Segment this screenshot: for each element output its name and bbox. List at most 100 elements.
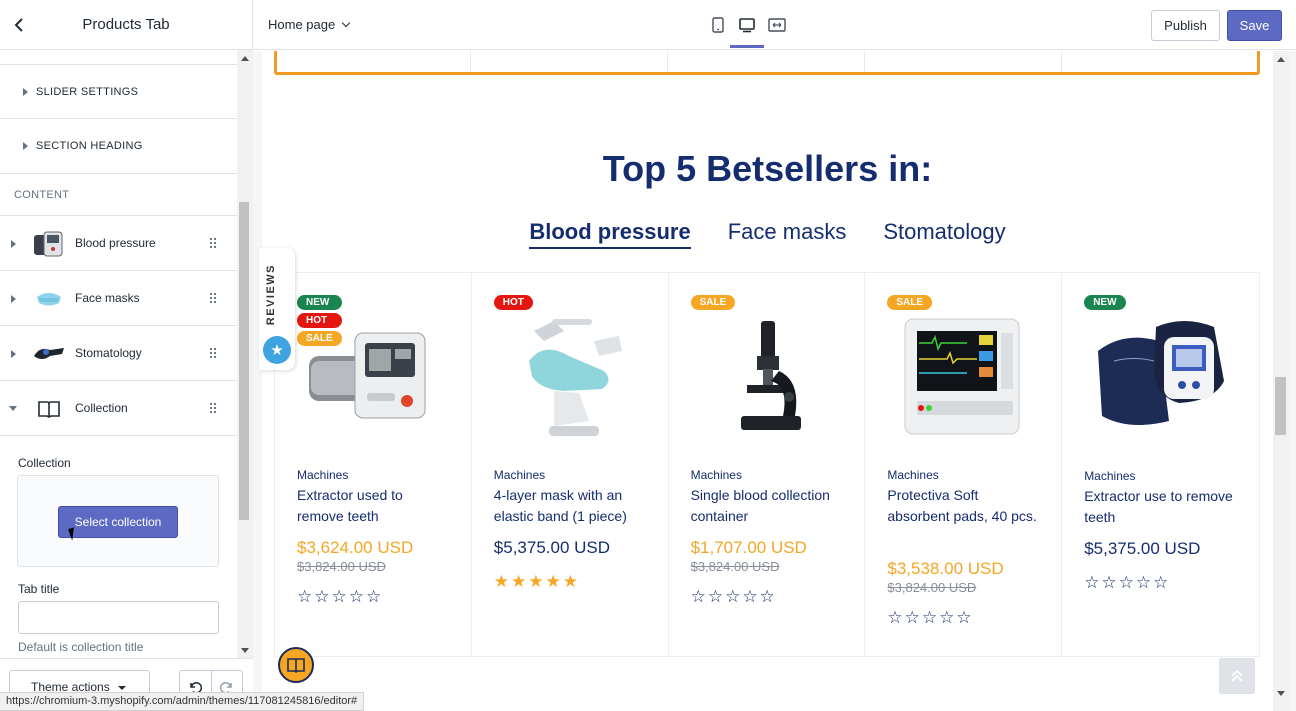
product-price: $5,375.00 USD: [1084, 539, 1201, 558]
product-card[interactable]: HOT Machines 4-layer mask with an elasti…: [472, 273, 669, 656]
save-button[interactable]: Save: [1227, 10, 1282, 41]
product-category[interactable]: Machines: [1084, 469, 1135, 483]
mobile-view-icon[interactable]: [708, 15, 728, 35]
product-category[interactable]: Machines: [297, 468, 348, 482]
block-label: Blood pressure: [75, 236, 156, 250]
scroll-up-icon[interactable]: [1277, 57, 1285, 62]
section-label: SLIDER SETTINGS: [36, 85, 139, 98]
product-name[interactable]: 4-layer mask with an elastic band (1 pie…: [494, 485, 644, 527]
section-slider-settings[interactable]: SLIDER SETTINGS: [0, 64, 237, 119]
rating-stars: ☆☆☆☆☆: [297, 587, 384, 606]
product-card[interactable]: SALE Machines Single blood collection co…: [669, 273, 866, 656]
store-preview: Top 5 Betsellers in: Blood pressure Face…: [253, 51, 1296, 711]
product-image[interactable]: [887, 301, 1037, 451]
product-card[interactable]: NEW HOT SALE Machines Extractor used to …: [275, 273, 472, 656]
caret-down-icon: [9, 406, 17, 411]
chevron-down-icon: [117, 685, 126, 690]
product-category[interactable]: Machines: [887, 468, 938, 482]
preview-frame: Top 5 Betsellers in: Blood pressure Face…: [262, 51, 1273, 711]
section-label: SECTION HEADING: [36, 140, 143, 152]
tab-face-masks[interactable]: Face masks: [728, 219, 847, 249]
divider: [470, 51, 471, 72]
divider: [1061, 51, 1062, 72]
section-section-heading[interactable]: SECTION HEADING: [0, 119, 237, 174]
tab-title-input[interactable]: [18, 601, 219, 634]
product-name[interactable]: Single blood collection container: [691, 485, 841, 527]
sidebar-scrollbar[interactable]: [237, 50, 253, 658]
preview-scrollbar[interactable]: [1273, 51, 1289, 711]
badge-group: HOT: [493, 295, 533, 310]
blood-pressure-monitor-icon: [31, 228, 67, 260]
badge-group: NEW: [1084, 295, 1126, 310]
product-image[interactable]: [1084, 301, 1234, 451]
block-stomatology[interactable]: Stomatology: [0, 326, 237, 381]
caret-right-icon: [11, 295, 16, 303]
product-price: $5,375.00 USD: [493, 538, 611, 557]
drag-handle-icon[interactable]: [209, 402, 217, 414]
scroll-down-icon[interactable]: [1277, 691, 1285, 696]
reviews-label: REVIEWS: [265, 264, 277, 326]
status-url: https://chromium-3.myshopify.com/admin/t…: [0, 692, 365, 711]
double-chevron-up-icon: [1231, 669, 1243, 682]
editor-sidebar: Products Tab SLIDER SETTINGS SECTION HEA…: [0, 0, 253, 711]
product-tabs: Blood pressure Face masks Stomatology: [262, 219, 1273, 249]
collection-label: Collection: [18, 456, 71, 470]
sale-badge: SALE: [887, 295, 933, 310]
face-mask-icon: [31, 283, 67, 315]
hot-badge: HOT: [493, 295, 533, 310]
drag-handle-icon[interactable]: [209, 292, 217, 304]
dental-icon: [31, 338, 67, 370]
product-price: $3,624.00 USD: [297, 538, 414, 557]
previous-section-border: [274, 51, 1260, 75]
product-name[interactable]: Protectiva Soft absorbent pads, 40 pcs.: [887, 485, 1037, 527]
tab-blood-pressure[interactable]: Blood pressure: [529, 219, 691, 249]
collection-picker: Select collection: [17, 475, 219, 567]
product-price: $3,538.00 USD: [887, 559, 1004, 578]
new-badge: NEW: [297, 295, 342, 310]
product-image[interactable]: [494, 301, 644, 451]
product-price: $1,707.00 USD: [690, 538, 807, 557]
product-old-price: $3,824.00 USD: [297, 559, 386, 574]
scrollbar-thumb[interactable]: [239, 202, 249, 520]
rating-stars: ☆☆☆☆☆: [690, 587, 777, 606]
rating-stars: ★★★★★: [493, 572, 580, 591]
product-category[interactable]: Machines: [494, 468, 545, 482]
product-name[interactable]: Extractor used to remove teeth: [297, 485, 447, 527]
book-icon[interactable]: [278, 647, 314, 683]
sidebar-title: Products Tab: [82, 16, 170, 33]
tab-stomatology[interactable]: Stomatology: [883, 219, 1005, 249]
product-old-price: $3,824.00 USD: [887, 580, 977, 595]
block-blood-pressure[interactable]: Blood pressure: [0, 216, 237, 271]
page-selector[interactable]: Home page: [268, 17, 351, 32]
product-category[interactable]: Machines: [691, 468, 742, 482]
product-old-price: $3,824.00 USD: [690, 559, 780, 574]
publish-button[interactable]: Publish: [1151, 10, 1220, 41]
caret-right-icon: [23, 87, 28, 96]
block-collection[interactable]: Collection: [0, 381, 237, 436]
tab-title-label: Tab title: [18, 582, 60, 596]
new-badge: NEW: [1084, 295, 1126, 310]
caret-right-icon: [23, 142, 28, 150]
product-name[interactable]: Extractor use to remove teeth: [1084, 486, 1234, 528]
badge-group: NEW HOT SALE: [297, 295, 342, 346]
scroll-down-icon[interactable]: [241, 648, 249, 653]
section-heading: Top 5 Betsellers in:: [602, 148, 933, 189]
scrollbar-thumb[interactable]: [1275, 377, 1286, 435]
scroll-up-icon[interactable]: [241, 56, 249, 61]
book-icon: [31, 393, 67, 425]
drag-handle-icon[interactable]: [209, 347, 217, 359]
product-card[interactable]: SALE Machines Protectiva Soft absorbent …: [865, 273, 1063, 656]
back-arrow-icon[interactable]: [10, 15, 28, 35]
drag-handle-icon[interactable]: [209, 237, 217, 249]
product-image[interactable]: [691, 301, 841, 451]
desktop-view-icon[interactable]: [730, 15, 764, 48]
block-face-masks[interactable]: Face masks: [0, 271, 237, 326]
back-to-top-button[interactable]: [1219, 658, 1255, 694]
tab-title-help: Default is collection title: [18, 640, 144, 654]
block-label: Face masks: [75, 291, 140, 305]
block-label: Stomatology: [75, 346, 142, 360]
reviews-widget-tab[interactable]: REVIEWS ★: [259, 248, 295, 370]
product-card[interactable]: NEW Machines Extractor use to remove tee…: [1062, 273, 1259, 656]
badge-group: SALE: [887, 295, 933, 310]
full-width-view-icon[interactable]: [767, 15, 787, 35]
